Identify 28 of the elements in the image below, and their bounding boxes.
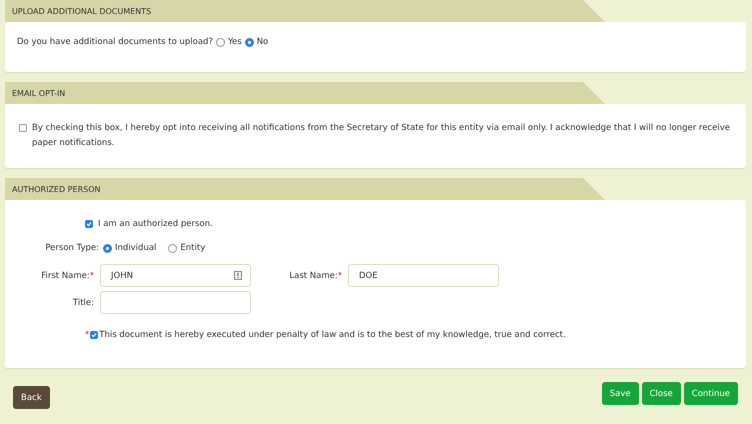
checkbox[interactable] [90, 331, 98, 339]
field-label: Title: [72, 298, 94, 308]
radio-button[interactable] [216, 38, 225, 46]
required-mark: * [85, 330, 90, 340]
text-field[interactable]: DOE [348, 264, 499, 287]
checkbox[interactable] [19, 124, 27, 132]
field-label: Person Type: [44, 243, 99, 253]
checkbox[interactable] [85, 220, 93, 228]
section-title: EMAIL OPT-IN [5, 82, 605, 104]
checkbox-label: I am an authorized person. [98, 219, 213, 229]
back-button[interactable]: Back [13, 386, 50, 409]
radio-label: No [256, 37, 268, 47]
radio-label: Yes [228, 37, 242, 47]
section-title: UPLOAD ADDITIONAL DOCUMENTS [5, 0, 605, 22]
radio-button[interactable] [168, 244, 178, 252]
text-field[interactable] [100, 291, 251, 314]
radio-label: Individual [115, 243, 156, 253]
field-label: First Name:* [40, 270, 94, 280]
question-text: Do you have additional documents to upload? [17, 37, 213, 47]
text-field[interactable]: JOHN [100, 264, 251, 287]
info-icon [234, 271, 242, 280]
opt-in-text: By checking this box, I hereby opt into receiving all notifications from the Secretary of State for this entity via email only. I acknowledge that I will no longer receive paper notifications. [32, 122, 731, 150]
declaration-text: This document is hereby executed under penalty of law and is to the best of my knowledge, true and correct. [99, 330, 566, 340]
radio-label: Entity [180, 243, 206, 253]
radio-button[interactable] [244, 38, 254, 46]
section-title: AUTHORIZED PERSON [5, 178, 605, 200]
radio-button[interactable] [103, 244, 112, 252]
field-label: Last Name:* [288, 270, 342, 280]
